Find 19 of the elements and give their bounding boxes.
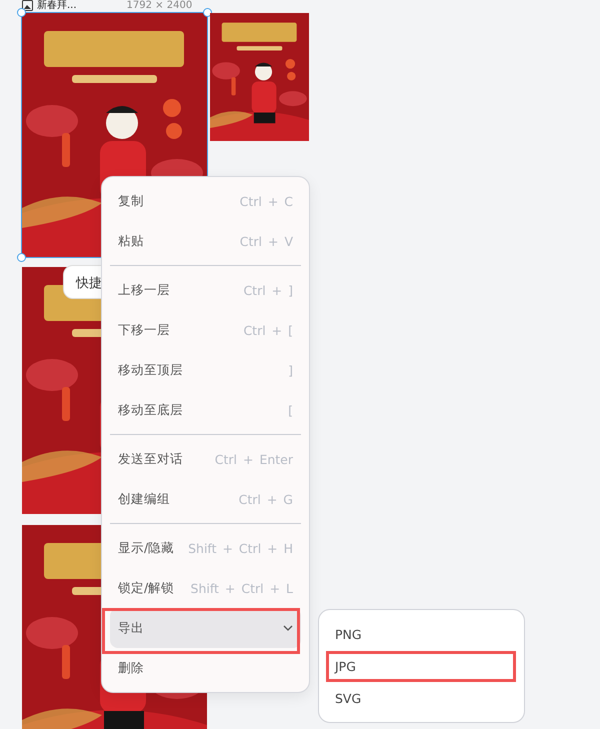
menu-item[interactable]: 创建编组 Ctrl + G [110, 479, 301, 519]
menu-item[interactable]: 复制 Ctrl + C [110, 181, 301, 221]
menu-item[interactable]: 移动至顶层 ] [110, 350, 301, 390]
menu-item[interactable]: 删除 [110, 648, 301, 688]
menu-item[interactable]: JPG [327, 650, 516, 682]
menu-item[interactable]: 粘贴 Ctrl + V [110, 221, 301, 261]
menu-item[interactable]: 显示/隐藏 Shift + Ctrl + H [110, 528, 301, 568]
chevron-down-icon [283, 625, 293, 631]
menu-item[interactable]: 下移一层 Ctrl + [ [110, 310, 301, 350]
menu-item[interactable]: 导出 [110, 608, 301, 648]
menu-item[interactable]: PNG [327, 618, 516, 650]
resize-handle[interactable] [17, 253, 26, 262]
menu-item[interactable]: 锁定/解锁 Shift + Ctrl + L [110, 568, 301, 608]
menu-item[interactable]: 移动至底层 [ [110, 390, 301, 430]
resize-handle[interactable] [17, 8, 26, 17]
menu-item[interactable]: 发送至对话 Ctrl + Enter [110, 439, 301, 479]
image-size: 1792 × 2400 [126, 0, 192, 11]
image-icon [22, 0, 33, 11]
menu-item[interactable]: SVG [327, 682, 516, 714]
